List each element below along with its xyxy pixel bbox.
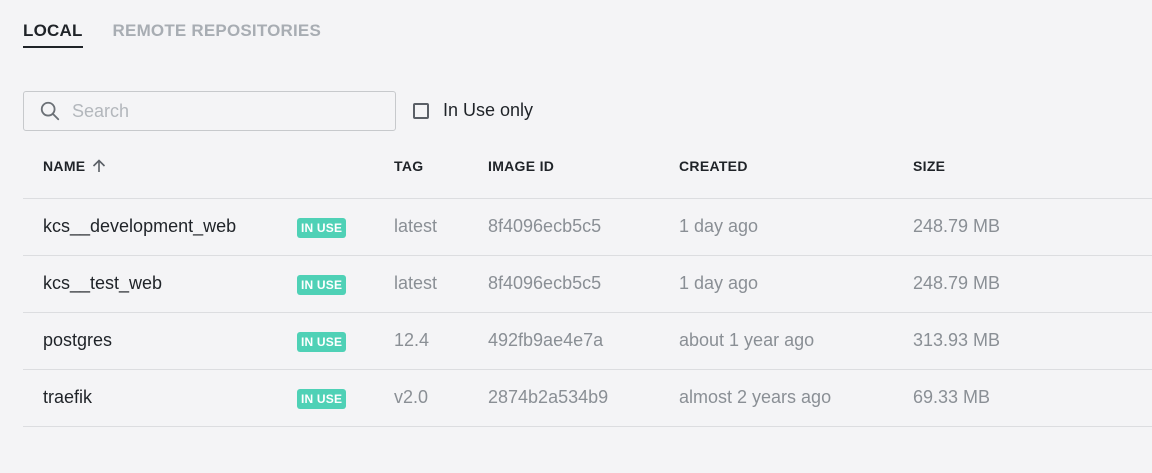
column-header-tag[interactable]: TAG (394, 158, 423, 174)
search-icon (38, 99, 62, 123)
column-header-name-label: NAME (43, 158, 86, 174)
in-use-badge: IN USE (297, 389, 347, 409)
image-size: 69.33 MB (913, 387, 991, 407)
in-use-badge: IN USE (297, 218, 347, 238)
image-name: postgres (43, 330, 113, 350)
tab-remote-repositories[interactable]: REMOTE REPOSITORIES (113, 20, 321, 46)
column-header-created[interactable]: CREATED (679, 158, 748, 174)
image-tag: latest (394, 273, 438, 293)
image-created: 1 day ago (679, 216, 759, 236)
image-id: 8f4096ecb5c5 (488, 273, 602, 293)
image-size: 248.79 MB (913, 273, 1001, 293)
in-use-only-label: In Use only (443, 100, 534, 120)
tab-local[interactable]: LOCAL (23, 20, 83, 48)
image-name: kcs__test_web (43, 273, 163, 293)
image-tag: latest (394, 216, 438, 236)
in-use-only-filter[interactable]: In Use only (413, 100, 533, 121)
images-table: NAME TAG IMAGE ID CREATED SIZE kcs__deve… (23, 143, 1152, 427)
image-size: 313.93 MB (913, 330, 1001, 350)
image-tag: v2.0 (394, 387, 429, 407)
image-id: 492fb9ae4e7a (488, 330, 604, 350)
in-use-badge: IN USE (297, 332, 347, 352)
table-header: NAME TAG IMAGE ID CREATED SIZE (23, 143, 1152, 199)
image-size: 248.79 MB (913, 216, 1001, 236)
in-use-only-checkbox[interactable] (413, 102, 429, 119)
image-name: kcs__development_web (43, 216, 237, 236)
in-use-badge: IN USE (297, 275, 347, 295)
table-row[interactable]: kcs__development_web IN USE latest 8f409… (23, 199, 1152, 256)
table-row[interactable]: kcs__test_web IN USE latest 8f4096ecb5c5… (23, 256, 1152, 313)
column-header-size[interactable]: SIZE (913, 158, 945, 174)
tab-bar: LOCAL REMOTE REPOSITORIES (23, 20, 321, 48)
search-box[interactable] (23, 91, 396, 131)
arrow-up-icon (91, 158, 107, 174)
column-header-name[interactable]: NAME (43, 158, 107, 174)
image-created: almost 2 years ago (679, 387, 832, 407)
table-row[interactable]: postgres IN USE 12.4 492fb9ae4e7a about … (23, 313, 1152, 370)
image-created: 1 day ago (679, 273, 759, 293)
image-created: about 1 year ago (679, 330, 815, 350)
search-input[interactable] (70, 99, 364, 123)
image-tag: 12.4 (394, 330, 430, 350)
image-id: 8f4096ecb5c5 (488, 216, 602, 236)
image-name: traefik (43, 387, 93, 407)
image-id: 2874b2a534b9 (488, 387, 609, 407)
column-header-image-id[interactable]: IMAGE ID (488, 158, 554, 174)
table-row[interactable]: traefik IN USE v2.0 2874b2a534b9 almost … (23, 370, 1152, 427)
